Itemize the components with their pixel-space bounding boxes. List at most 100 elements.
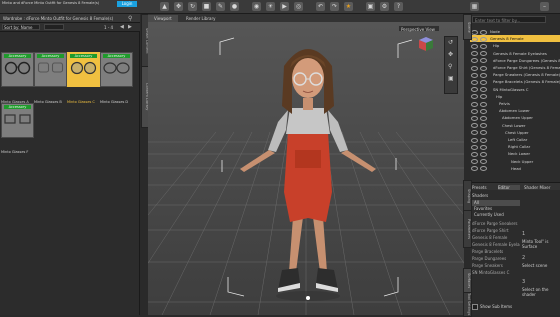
shader-list-item[interactable]: Parge Bracelets bbox=[472, 248, 520, 255]
render-visibility-icon[interactable] bbox=[480, 130, 487, 136]
scene-node[interactable]: Hip bbox=[470, 42, 560, 49]
side-tab-tool-settings[interactable]: Tool Settings bbox=[463, 292, 472, 317]
scene-node[interactable]: Neck Lower bbox=[470, 150, 560, 157]
pan-icon[interactable]: ✥ bbox=[448, 51, 456, 59]
shader-list-item[interactable]: SN MintoGlasses C bbox=[472, 269, 520, 276]
visibility-eye-icon[interactable] bbox=[471, 137, 478, 143]
scene-node-selected[interactable]: Genesis 8 Female bbox=[470, 35, 560, 43]
orbit-icon[interactable]: ↺ bbox=[448, 39, 456, 47]
scale-tool-icon[interactable]: ■ bbox=[202, 2, 211, 11]
scene-search-input[interactable]: Enter text to filter by... bbox=[472, 16, 546, 23]
shader-list-item[interactable]: dForce Parge Shirt bbox=[472, 227, 520, 234]
scene-node[interactable]: dForce Parge Dungarees (Genesis 8 Female… bbox=[470, 57, 560, 64]
tab-presets[interactable]: Presets bbox=[472, 185, 494, 190]
render-visibility-icon[interactable] bbox=[480, 151, 487, 157]
filter-currently-used[interactable]: Currently Used bbox=[472, 212, 520, 218]
product-thumbnail[interactable]: Accessory bbox=[34, 52, 67, 87]
next-page-icon[interactable]: ▶ bbox=[128, 24, 134, 30]
favorite-icon[interactable]: ★ bbox=[344, 2, 353, 11]
scene-node[interactable]: Hip bbox=[470, 93, 560, 100]
visibility-eye-icon[interactable] bbox=[471, 144, 478, 150]
side-tab-scene[interactable]: Scene bbox=[463, 14, 472, 40]
tab-viewport[interactable]: Viewport bbox=[148, 15, 178, 22]
visibility-eye-icon[interactable] bbox=[471, 101, 478, 107]
shader-list-item[interactable]: Genesis 8 Female bbox=[472, 234, 520, 241]
product-thumbnail[interactable]: Accessory bbox=[1, 52, 34, 87]
visibility-eye-icon[interactable] bbox=[471, 79, 478, 85]
side-tab-parameters[interactable]: Parameters bbox=[463, 210, 472, 248]
tab-shader-mixer[interactable]: Shader Mixer bbox=[524, 185, 558, 190]
scene-node[interactable]: Right Collar bbox=[470, 143, 560, 150]
visibility-eye-icon[interactable] bbox=[471, 65, 478, 71]
settings-icon[interactable]: ⚙ bbox=[380, 2, 389, 11]
render-visibility-icon[interactable] bbox=[480, 108, 487, 114]
scene-node[interactable]: Head bbox=[470, 165, 560, 172]
shader-list-item[interactable]: dForce Parge Sneakers bbox=[472, 220, 520, 227]
undo-icon[interactable]: ↶ bbox=[316, 2, 325, 11]
visibility-eye-icon[interactable] bbox=[471, 43, 478, 49]
scene-node[interactable]: Abdomen Lower bbox=[470, 107, 560, 114]
joint-editor-icon[interactable]: ● bbox=[230, 2, 239, 11]
side-tab-shaping[interactable]: Shaping bbox=[463, 180, 472, 212]
universal-tool-icon[interactable]: ✥ bbox=[174, 2, 183, 11]
visibility-eye-icon[interactable] bbox=[471, 159, 478, 165]
render-visibility-icon[interactable] bbox=[480, 58, 487, 64]
help-icon[interactable]: ? bbox=[394, 2, 403, 11]
render-visibility-icon[interactable] bbox=[480, 43, 487, 49]
tab-render-library[interactable]: Render Library bbox=[180, 15, 222, 22]
filter-input[interactable] bbox=[44, 24, 64, 30]
scene-node[interactable]: Node bbox=[470, 28, 560, 35]
3d-viewport[interactable]: Perspective View ↺ ✥ ⚲ ▣ bbox=[148, 22, 464, 315]
scene-node[interactable]: Chest Upper bbox=[470, 129, 560, 136]
visibility-eye-icon[interactable] bbox=[471, 87, 478, 93]
render-visibility-icon[interactable] bbox=[480, 72, 487, 78]
render-visibility-icon[interactable] bbox=[480, 137, 487, 143]
redo-icon[interactable]: ↷ bbox=[330, 2, 339, 11]
shader-list-item[interactable]: Parge Dungarees bbox=[472, 255, 520, 262]
product-thumbnail-selected[interactable]: Accessory bbox=[67, 52, 100, 87]
render-visibility-icon[interactable] bbox=[480, 51, 487, 57]
visibility-eye-icon[interactable] bbox=[471, 123, 478, 129]
product-thumbnail[interactable]: Accessory bbox=[1, 103, 34, 138]
shader-list-item[interactable]: Genesis 8 Female Eyelashes bbox=[472, 241, 520, 248]
visibility-eye-icon[interactable] bbox=[471, 36, 478, 42]
rotate-tool-icon[interactable]: ↻ bbox=[188, 2, 197, 11]
visibility-eye-icon[interactable] bbox=[471, 108, 478, 114]
prev-page-icon[interactable]: ◀ bbox=[120, 24, 126, 30]
render-visibility-icon[interactable] bbox=[480, 29, 487, 35]
scene-node[interactable]: SN MintoGlasses C bbox=[470, 86, 560, 93]
visibility-eye-icon[interactable] bbox=[471, 29, 478, 35]
scene-node[interactable]: Parge Bracelets (Genesis 8 Female) bbox=[470, 78, 560, 85]
render-visibility-icon[interactable] bbox=[480, 87, 487, 93]
light-icon[interactable]: ☀ bbox=[266, 2, 275, 11]
render-visibility-icon[interactable] bbox=[480, 159, 487, 165]
side-tab-surfaces[interactable]: Surfaces bbox=[463, 268, 472, 294]
frame-icon[interactable]: ▣ bbox=[448, 75, 456, 83]
render-visibility-icon[interactable] bbox=[480, 79, 487, 85]
visibility-eye-icon[interactable] bbox=[471, 51, 478, 57]
scene-node[interactable]: Genesis 8 Female Eyelashes bbox=[470, 50, 560, 57]
scene-node[interactable]: Abdomen Upper bbox=[470, 114, 560, 121]
select-tool-icon[interactable]: ▲ bbox=[160, 2, 169, 11]
scene-node[interactable]: Neck Upper bbox=[470, 158, 560, 165]
minimize-icon[interactable]: – bbox=[540, 2, 549, 11]
view-cube-icon[interactable] bbox=[418, 36, 434, 52]
node-weight-brush-icon[interactable]: ✎ bbox=[216, 2, 225, 11]
visibility-eye-icon[interactable] bbox=[471, 115, 478, 121]
shader-list-item[interactable]: Parge Sneakers bbox=[472, 262, 520, 269]
camera-icon[interactable]: ◉ bbox=[252, 2, 261, 11]
render-visibility-icon[interactable] bbox=[480, 123, 487, 129]
show-sub-items-checkbox[interactable] bbox=[472, 304, 478, 310]
iray-preview-icon[interactable]: ◎ bbox=[294, 2, 303, 11]
visibility-eye-icon[interactable] bbox=[471, 72, 478, 78]
product-thumbnail[interactable]: Accessory bbox=[100, 52, 133, 87]
visibility-eye-icon[interactable] bbox=[471, 130, 478, 136]
scene-node[interactable]: dForce Parge Shirt (Genesis 8 Female) bbox=[470, 64, 560, 71]
scene-node[interactable]: Pelvis bbox=[470, 100, 560, 107]
render-visibility-icon[interactable] bbox=[480, 144, 487, 150]
render-visibility-icon[interactable] bbox=[480, 115, 487, 121]
view-selector-dropdown[interactable]: Perspective View bbox=[398, 25, 440, 32]
search-icon[interactable]: ⚲ bbox=[128, 15, 136, 22]
render-visibility-icon[interactable] bbox=[480, 101, 487, 107]
login-button[interactable]: Login bbox=[117, 1, 137, 7]
